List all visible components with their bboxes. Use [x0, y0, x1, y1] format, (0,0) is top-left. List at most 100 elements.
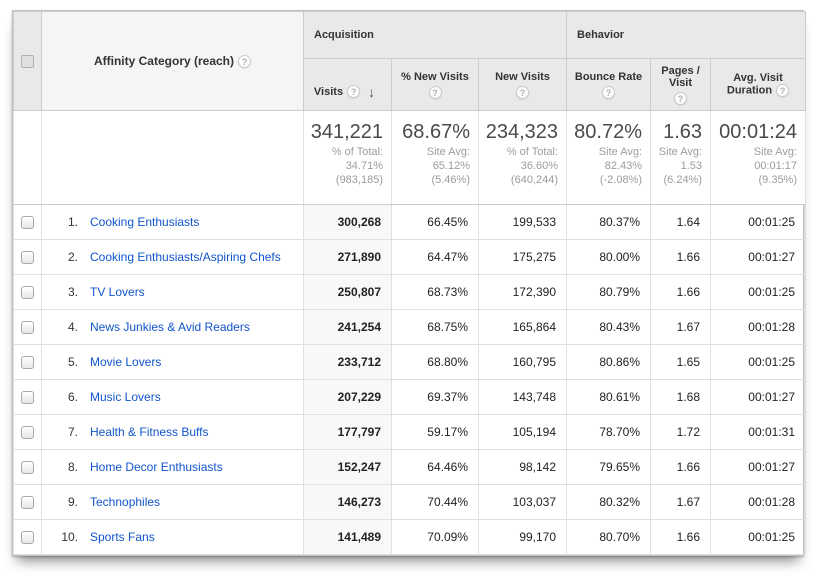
visits-column-label: Visits — [314, 86, 343, 98]
summary-duration-subtext: Site Avg: 00:01:17 (9.35%) — [711, 145, 797, 187]
help-icon[interactable]: ? — [347, 85, 360, 98]
summary-visits-value: 341,221 — [304, 121, 383, 143]
help-icon[interactable]: ? — [674, 92, 687, 105]
pct-new-visits-cell: 70.09% — [392, 520, 479, 555]
row-checkbox[interactable] — [21, 216, 34, 229]
column-header-pct-new-visits[interactable]: % New Visits ? — [392, 59, 479, 111]
category-link[interactable]: Home Decor Enthusiasts — [90, 460, 223, 474]
row-checkbox[interactable] — [21, 356, 34, 369]
select-all-checkbox[interactable] — [21, 55, 34, 68]
category-link[interactable]: Music Lovers — [90, 390, 161, 404]
row-checkbox[interactable] — [21, 321, 34, 334]
pct-new-visits-column-label: % New Visits — [401, 71, 469, 83]
category-link[interactable]: Movie Lovers — [90, 355, 161, 369]
analytics-report-table: Affinity Category (reach)? Acquisition B… — [12, 10, 804, 556]
category-link[interactable]: Technophiles — [90, 495, 160, 509]
summary-new-visits-subtext: % of Total: 36.60% (640,244) — [479, 145, 558, 187]
summary-visits: 341,221 % of Total: 34.71% (983,185) — [304, 111, 392, 205]
help-icon[interactable]: ? — [776, 84, 789, 97]
help-icon[interactable]: ? — [516, 86, 529, 99]
bounce-rate-cell: 78.70% — [567, 415, 651, 450]
summary-pct-new-subtext: Site Avg: 65.12% (5.46%) — [392, 145, 470, 187]
pages-visit-cell: 1.64 — [651, 205, 711, 240]
table-row: 10.Sports Fans 141,489 70.09% 99,170 80.… — [14, 520, 806, 555]
row-index: 4. — [54, 320, 78, 334]
visits-cell: 271,890 — [304, 240, 392, 275]
category-link[interactable]: Cooking Enthusiasts/Aspiring Chefs — [90, 250, 281, 264]
column-header-bounce-rate[interactable]: Bounce Rate ? — [567, 59, 651, 111]
row-checkbox[interactable] — [21, 461, 34, 474]
new-visits-cell: 99,170 — [479, 520, 567, 555]
pages-visit-cell: 1.72 — [651, 415, 711, 450]
new-visits-cell: 172,390 — [479, 275, 567, 310]
row-index: 5. — [54, 355, 78, 369]
category-link[interactable]: TV Lovers — [90, 285, 145, 299]
bounce-rate-cell: 80.86% — [567, 345, 651, 380]
pages-visit-cell: 1.66 — [651, 275, 711, 310]
summary-row: 341,221 % of Total: 34.71% (983,185) 68.… — [14, 111, 806, 205]
row-index: 2. — [54, 250, 78, 264]
avg-duration-cell: 00:01:25 — [711, 205, 806, 240]
category-cell: 3.TV Lovers — [42, 275, 304, 310]
avg-duration-cell: 00:01:31 — [711, 415, 806, 450]
sort-desc-icon[interactable]: ↓ — [368, 84, 375, 100]
affinity-category-table: Affinity Category (reach)? Acquisition B… — [13, 11, 806, 555]
visits-cell: 177,797 — [304, 415, 392, 450]
pct-new-visits-cell: 68.75% — [392, 310, 479, 345]
group-behavior: Behavior — [567, 12, 806, 59]
bounce-rate-cell: 80.61% — [567, 380, 651, 415]
summary-pages-value: 1.63 — [651, 121, 702, 143]
bounce-rate-cell: 80.43% — [567, 310, 651, 345]
category-cell: 10. Sports Fans — [42, 520, 304, 555]
pct-new-visits-cell: 59.17% — [392, 415, 479, 450]
column-header-avg-visit-duration[interactable]: Avg. Visit Duration? — [711, 59, 806, 111]
avg-duration-cell: 00:01:25 — [711, 345, 806, 380]
row-checkbox[interactable] — [21, 531, 34, 544]
new-visits-cell: 98,142 — [479, 450, 567, 485]
category-link[interactable]: Health & Fitness Buffs — [90, 425, 209, 439]
row-checkbox[interactable] — [21, 391, 34, 404]
row-index: 7. — [54, 425, 78, 439]
column-header-visits[interactable]: Visits? ↓ — [304, 59, 392, 111]
row-index: 1. — [54, 215, 78, 229]
bounce-rate-column-label: Bounce Rate — [575, 71, 642, 83]
help-icon[interactable]: ? — [238, 55, 251, 68]
bounce-rate-cell: 80.37% — [567, 205, 651, 240]
summary-bounce-rate: 80.72% Site Avg: 82.43% (-2.08%) — [567, 111, 651, 205]
help-icon[interactable]: ? — [602, 86, 615, 99]
summary-avg-duration: 00:01:24 Site Avg: 00:01:17 (9.35%) — [711, 111, 806, 205]
category-cell: 5. Movie Lovers — [42, 345, 304, 380]
summary-new-visits: 234,323 % of Total: 36.60% (640,244) — [479, 111, 567, 205]
summary-bounce-value: 80.72% — [567, 121, 642, 143]
group-acquisition-label: Acquisition — [314, 29, 374, 41]
summary-category-cell — [42, 111, 304, 205]
row-index: 10. — [54, 530, 78, 544]
avg-visit-duration-column-label: Avg. Visit Duration — [727, 72, 783, 96]
row-checkbox[interactable] — [21, 426, 34, 439]
category-link[interactable]: Cooking Enthusiasts — [90, 215, 199, 229]
summary-duration-value: 00:01:24 — [711, 121, 797, 143]
pages-visit-cell: 1.67 — [651, 310, 711, 345]
pages-visit-cell: 1.66 — [651, 520, 711, 555]
category-cell: 8.Home Decor Enthusiasts — [42, 450, 304, 485]
pages-visit-cell: 1.66 — [651, 240, 711, 275]
pct-new-visits-cell: 64.47% — [392, 240, 479, 275]
row-checkbox[interactable] — [21, 286, 34, 299]
help-icon[interactable]: ? — [429, 86, 442, 99]
category-link[interactable]: Sports Fans — [90, 530, 155, 544]
category-cell: 1. Cooking Enthusiasts — [42, 205, 304, 240]
category-link[interactable]: News Junkies & Avid Readers — [90, 320, 250, 334]
avg-duration-cell: 00:01:27 — [711, 380, 806, 415]
category-cell: 2. Cooking Enthusiasts/Aspiring Chefs — [42, 240, 304, 275]
category-cell: 4. News Junkies & Avid Readers — [42, 310, 304, 345]
table-row: 9.Technophiles 146,273 70.44% 103,037 80… — [14, 485, 806, 520]
row-checkbox[interactable] — [21, 496, 34, 509]
row-checkbox[interactable] — [21, 251, 34, 264]
dimension-label: Affinity Category (reach) — [94, 54, 234, 68]
dimension-header[interactable]: Affinity Category (reach)? — [42, 12, 304, 111]
summary-row-body: 341,221 % of Total: 34.71% (983,185) 68.… — [14, 111, 806, 205]
avg-duration-cell: 00:01:28 — [711, 485, 806, 520]
column-header-pages-visit[interactable]: Pages / Visit ? — [651, 59, 711, 111]
table-row: 8.Home Decor Enthusiasts 152,247 64.46% … — [14, 450, 806, 485]
column-header-new-visits[interactable]: New Visits ? — [479, 59, 567, 111]
